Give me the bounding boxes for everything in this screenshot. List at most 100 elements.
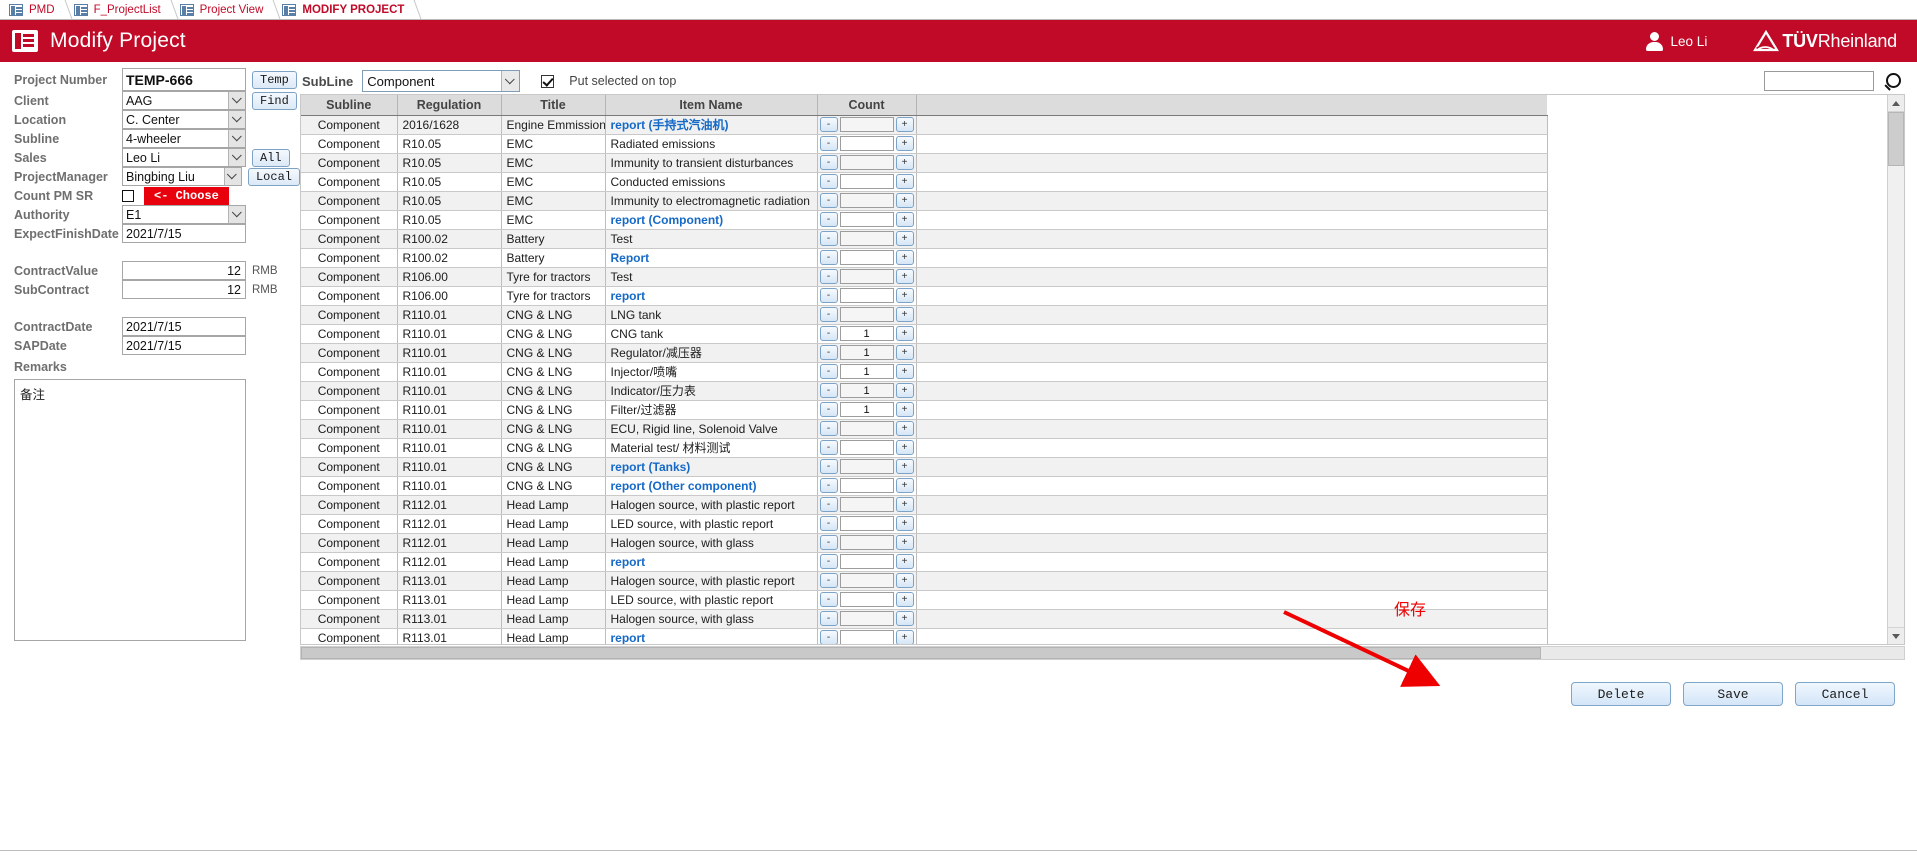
- search-input[interactable]: [1764, 71, 1874, 91]
- count-decrement-button[interactable]: -: [819, 307, 838, 322]
- local-button[interactable]: Local: [247, 167, 300, 186]
- count-input[interactable]: [839, 421, 894, 436]
- count-input[interactable]: [839, 554, 894, 569]
- table-row[interactable]: Component R100.02 Battery Report - +: [301, 248, 1548, 268]
- table-row[interactable]: Component R10.05 EMC Immunity to electromag…: [301, 191, 1548, 211]
- count-decrement-button[interactable]: -: [819, 402, 838, 417]
- count-increment-button[interactable]: +: [895, 155, 914, 170]
- choose-button[interactable]: <- Choose: [144, 186, 229, 205]
- count-input[interactable]: [839, 117, 894, 132]
- count-input[interactable]: [839, 364, 894, 379]
- count-input[interactable]: [839, 345, 894, 360]
- table-row[interactable]: ComponentR110.01CNG & LNGFilter/过滤器-+: [301, 400, 1548, 420]
- count-decrement-button[interactable]: -: [819, 212, 838, 227]
- count-input[interactable]: [839, 592, 894, 607]
- count-input[interactable]: [839, 611, 894, 626]
- contract-date-input[interactable]: [122, 317, 246, 336]
- count-decrement-button[interactable]: -: [819, 288, 838, 303]
- grid-vertical-scrollbar[interactable]: [1887, 95, 1904, 644]
- sap-date-input[interactable]: [122, 336, 246, 355]
- cancel-button[interactable]: Cancel: [1795, 682, 1895, 706]
- count-decrement-button[interactable]: -: [819, 497, 838, 512]
- cell-item-name[interactable]: report (Component): [605, 210, 818, 230]
- table-row[interactable]: Component R112.01 Head Lamp report - +: [301, 552, 1548, 572]
- table-row[interactable]: Component R10.05 EMC Immunity to transient …: [301, 153, 1548, 173]
- count-decrement-button[interactable]: -: [819, 421, 838, 436]
- count-decrement-button[interactable]: -: [819, 364, 838, 379]
- count-increment-button[interactable]: +: [895, 307, 914, 322]
- count-decrement-button[interactable]: -: [819, 573, 838, 588]
- count-decrement-button[interactable]: -: [819, 345, 838, 360]
- location-select[interactable]: C. Center: [122, 110, 246, 129]
- count-decrement-button[interactable]: -: [819, 231, 838, 246]
- put-selected-on-top-checkbox[interactable]: [541, 74, 555, 88]
- chevron-down-icon[interactable]: [228, 130, 245, 147]
- temp-button[interactable]: Temp: [252, 70, 297, 89]
- item-report-link[interactable]: report (Other component): [611, 479, 757, 493]
- count-decrement-button[interactable]: -: [819, 440, 838, 455]
- table-row[interactable]: Component R112.01 Head Lamp Halogen source,…: [301, 495, 1548, 515]
- count-increment-button[interactable]: +: [895, 535, 914, 550]
- count-decrement-button[interactable]: -: [819, 535, 838, 550]
- count-decrement-button[interactable]: -: [819, 269, 838, 284]
- count-decrement-button[interactable]: -: [819, 611, 838, 626]
- count-input[interactable]: [839, 231, 894, 246]
- table-row[interactable]: Component R106.00 Tyre for tractors report -…: [301, 286, 1548, 306]
- count-input[interactable]: [839, 136, 894, 151]
- count-increment-button[interactable]: +: [895, 592, 914, 607]
- count-increment-button[interactable]: +: [895, 630, 914, 644]
- user-menu[interactable]: Leo Li: [1645, 32, 1707, 51]
- find-button[interactable]: Find: [252, 91, 297, 110]
- search-icon[interactable]: [1884, 72, 1901, 90]
- table-row[interactable]: Component R110.01 CNG & LNG report (Other c…: [301, 476, 1548, 496]
- expect-finish-date-input[interactable]: [122, 224, 246, 243]
- count-decrement-button[interactable]: -: [819, 630, 838, 644]
- tab-modify-project[interactable]: MODIFY PROJECT: [277, 0, 422, 19]
- count-decrement-button[interactable]: -: [819, 136, 838, 151]
- count-input[interactable]: [839, 402, 894, 417]
- item-report-link[interactable]: report (手持式汽油机): [611, 118, 729, 132]
- count-decrement-button[interactable]: -: [819, 516, 838, 531]
- item-report-link[interactable]: report (Tanks): [611, 460, 691, 474]
- count-increment-button[interactable]: +: [895, 193, 914, 208]
- count-increment-button[interactable]: +: [895, 478, 914, 493]
- cell-item-name[interactable]: report: [605, 286, 818, 306]
- save-button[interactable]: Save: [1683, 682, 1783, 706]
- count-increment-button[interactable]: +: [895, 231, 914, 246]
- count-input[interactable]: [839, 630, 894, 644]
- count-increment-button[interactable]: +: [895, 459, 914, 474]
- tab-project-view[interactable]: Project View: [175, 0, 281, 19]
- count-pm-sr-checkbox[interactable]: [122, 189, 134, 202]
- count-input[interactable]: [839, 573, 894, 588]
- table-row[interactable]: Component R110.01 CNG & LNG Material test/ …: [301, 438, 1548, 458]
- authority-select[interactable]: E1: [122, 205, 246, 224]
- table-row[interactable]: ComponentR110.01CNG & LNGInjector/喷嘴-+: [301, 362, 1548, 382]
- count-increment-button[interactable]: +: [895, 611, 914, 626]
- scroll-down-button[interactable]: [1888, 627, 1904, 644]
- count-increment-button[interactable]: +: [895, 497, 914, 512]
- cell-item-name[interactable]: Report: [605, 248, 818, 268]
- subline-filter-select[interactable]: Component: [362, 70, 521, 92]
- count-input[interactable]: [839, 516, 894, 531]
- chevron-down-icon[interactable]: [223, 168, 241, 185]
- grid-horizontal-scrollbar[interactable]: [300, 646, 1905, 660]
- scroll-thumb[interactable]: [1888, 112, 1904, 166]
- count-decrement-button[interactable]: -: [819, 459, 838, 474]
- count-increment-button[interactable]: +: [895, 326, 914, 341]
- count-input[interactable]: [839, 307, 894, 322]
- table-row[interactable]: Component R110.01 CNG & LNG LNG tank - +: [301, 305, 1548, 325]
- table-row[interactable]: ComponentR110.01CNG & LNGCNG tank-+: [301, 324, 1548, 344]
- count-increment-button[interactable]: +: [895, 440, 914, 455]
- project-number-input[interactable]: [122, 68, 246, 91]
- table-row[interactable]: Component R10.05 EMC report (Component) - +: [301, 210, 1548, 230]
- count-increment-button[interactable]: +: [895, 345, 914, 360]
- count-input[interactable]: [839, 535, 894, 550]
- count-increment-button[interactable]: +: [895, 117, 914, 132]
- count-decrement-button[interactable]: -: [819, 250, 838, 265]
- count-increment-button[interactable]: +: [895, 554, 914, 569]
- count-decrement-button[interactable]: -: [819, 117, 838, 132]
- table-row[interactable]: Component R10.05 EMC Radiated emissions - +: [301, 134, 1548, 154]
- all-button[interactable]: All: [252, 148, 290, 167]
- column-header-item-name[interactable]: Item Name: [605, 95, 818, 116]
- delete-button[interactable]: Delete: [1571, 682, 1671, 706]
